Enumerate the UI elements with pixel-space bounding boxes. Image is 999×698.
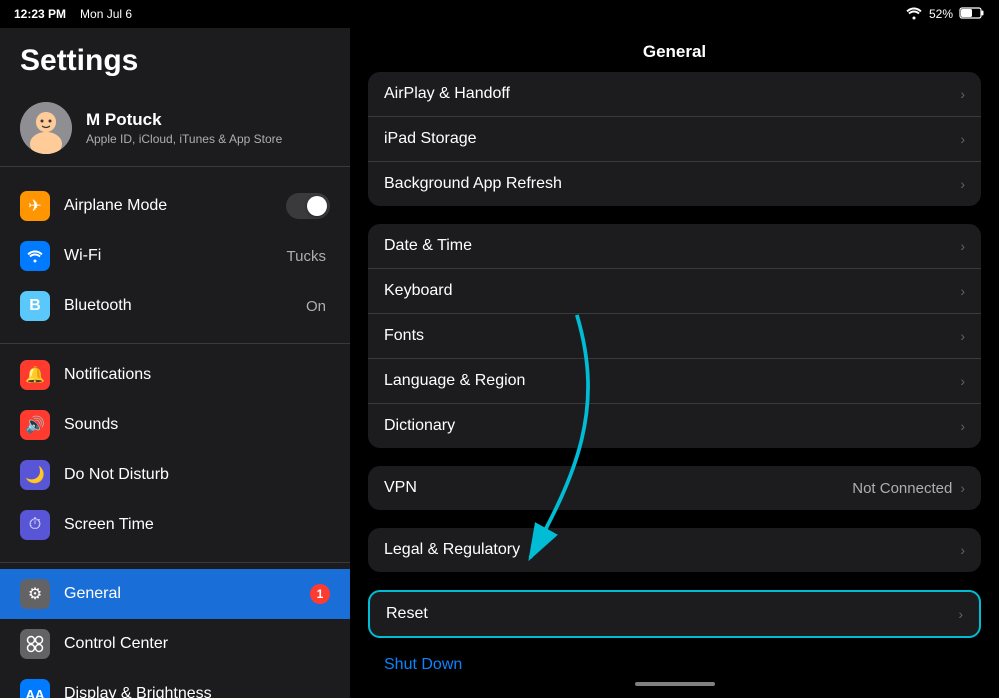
control-center-label: Control Center [64,635,330,653]
display-label: Display & Brightness [64,685,330,698]
settings-group-reset: Reset › [368,590,981,638]
general-icon: ⚙ [20,579,50,609]
row-background-app-refresh[interactable]: Background App Refresh › [368,162,981,206]
notifications-label: Notifications [64,366,330,384]
account-name: M Potuck [86,110,282,130]
battery-percent: 52% [929,7,953,21]
bg-app-refresh-chevron: › [960,176,965,192]
sidebar-section-connections: ✈ Airplane Mode Wi-Fi Tucks B Bluetooth … [0,175,350,337]
legal-label: Legal & Regulatory [384,541,960,559]
wifi-label: Wi-Fi [64,247,287,265]
wifi-value: Tucks [287,248,326,265]
sounds-icon: 🔊 [20,410,50,440]
row-language-region[interactable]: Language & Region › [368,359,981,404]
date-time-chevron: › [960,238,965,254]
account-row[interactable]: M Potuck Apple ID, iCloud, iTunes & App … [0,90,350,167]
reset-label: Reset [386,605,958,623]
sidebar-item-bluetooth[interactable]: B Bluetooth On [0,281,350,331]
ipad-storage-chevron: › [960,131,965,147]
airplane-icon: ✈ [20,191,50,221]
general-label: General [64,585,304,603]
status-date: Mon Jul 6 [80,7,132,21]
home-indicator [635,682,715,686]
general-badge: 1 [310,584,330,604]
main-title: General [350,28,999,72]
control-center-icon [20,629,50,659]
date-time-label: Date & Time [384,237,960,255]
screen-time-label: Screen Time [64,516,330,534]
row-reset[interactable]: Reset › [370,592,979,636]
reset-chevron: › [958,606,963,622]
sidebar-section-general: ⚙ General 1 Control Center AA Display & … [0,562,350,698]
language-region-chevron: › [960,373,965,389]
dnd-icon: 🌙 [20,460,50,490]
bluetooth-icon: B [20,291,50,321]
display-icon: AA [20,679,50,698]
vpn-chevron: › [960,480,965,496]
sidebar-item-do-not-disturb[interactable]: 🌙 Do Not Disturb [0,450,350,500]
row-date-time[interactable]: Date & Time › [368,224,981,269]
bg-app-refresh-label: Background App Refresh [384,175,960,193]
row-vpn[interactable]: VPN Not Connected › [368,466,981,510]
airplane-toggle[interactable] [286,193,330,219]
ipad-storage-label: iPad Storage [384,130,960,148]
row-dictionary[interactable]: Dictionary › [368,404,981,448]
sidebar-title: Settings [0,28,350,90]
sidebar: Settings M Potuck Apple ID, iCloud, iTun… [0,0,350,698]
shutdown-row[interactable]: Shut Down [368,646,981,674]
keyboard-chevron: › [960,283,965,299]
wifi-sidebar-icon [20,241,50,271]
bluetooth-value: On [306,298,326,315]
airplay-handoff-chevron: › [960,86,965,102]
settings-group-1: AirPlay & Handoff › iPad Storage › Backg… [368,72,981,206]
sidebar-section-notifications: 🔔 Notifications 🔊 Sounds 🌙 Do Not Distur… [0,343,350,556]
fonts-chevron: › [960,328,965,344]
status-bar: 12:23 PM Mon Jul 6 52% [0,0,999,28]
row-legal[interactable]: Legal & Regulatory › [368,528,981,572]
sidebar-item-airplane-mode[interactable]: ✈ Airplane Mode [0,181,350,231]
dictionary-label: Dictionary [384,417,960,435]
toggle-knob [307,196,327,216]
bluetooth-label: Bluetooth [64,297,306,315]
dictionary-chevron: › [960,418,965,434]
airplay-handoff-label: AirPlay & Handoff [384,85,960,103]
sounds-label: Sounds [64,416,330,434]
airplane-label: Airplane Mode [64,197,286,215]
vpn-label: VPN [384,479,852,497]
notifications-icon: 🔔 [20,360,50,390]
row-ipad-storage[interactable]: iPad Storage › [368,117,981,162]
row-keyboard[interactable]: Keyboard › [368,269,981,314]
sidebar-item-wifi[interactable]: Wi-Fi Tucks [0,231,350,281]
keyboard-label: Keyboard [384,282,960,300]
sidebar-item-control-center[interactable]: Control Center [0,619,350,669]
fonts-label: Fonts [384,327,960,345]
battery-icon [959,6,985,23]
row-fonts[interactable]: Fonts › [368,314,981,359]
sidebar-item-notifications[interactable]: 🔔 Notifications [0,350,350,400]
status-bar-right: 52% [905,6,985,23]
language-region-label: Language & Region [384,372,960,390]
row-airplay-handoff[interactable]: AirPlay & Handoff › [368,72,981,117]
legal-chevron: › [960,542,965,558]
screen-time-icon: ⏱ [20,510,50,540]
main-content: General AirPlay & Handoff › iPad Storage… [350,0,999,698]
sidebar-item-display-brightness[interactable]: AA Display & Brightness [0,669,350,698]
avatar [20,102,72,154]
wifi-icon [905,6,923,23]
status-time: 12:23 PM [14,7,66,21]
vpn-value: Not Connected [852,480,952,497]
settings-group-legal: Legal & Regulatory › [368,528,981,572]
sidebar-item-sounds[interactable]: 🔊 Sounds [0,400,350,450]
account-subtitle: Apple ID, iCloud, iTunes & App Store [86,132,282,146]
shutdown-label[interactable]: Shut Down [384,656,462,673]
sidebar-item-screen-time[interactable]: ⏱ Screen Time [0,500,350,550]
dnd-label: Do Not Disturb [64,466,330,484]
sidebar-item-general[interactable]: ⚙ General 1 [0,569,350,619]
status-bar-left: 12:23 PM Mon Jul 6 [14,7,132,21]
settings-group-2: Date & Time › Keyboard › Fonts › Languag… [368,224,981,448]
settings-group-vpn: VPN Not Connected › [368,466,981,510]
main-scroll: AirPlay & Handoff › iPad Storage › Backg… [350,72,999,698]
